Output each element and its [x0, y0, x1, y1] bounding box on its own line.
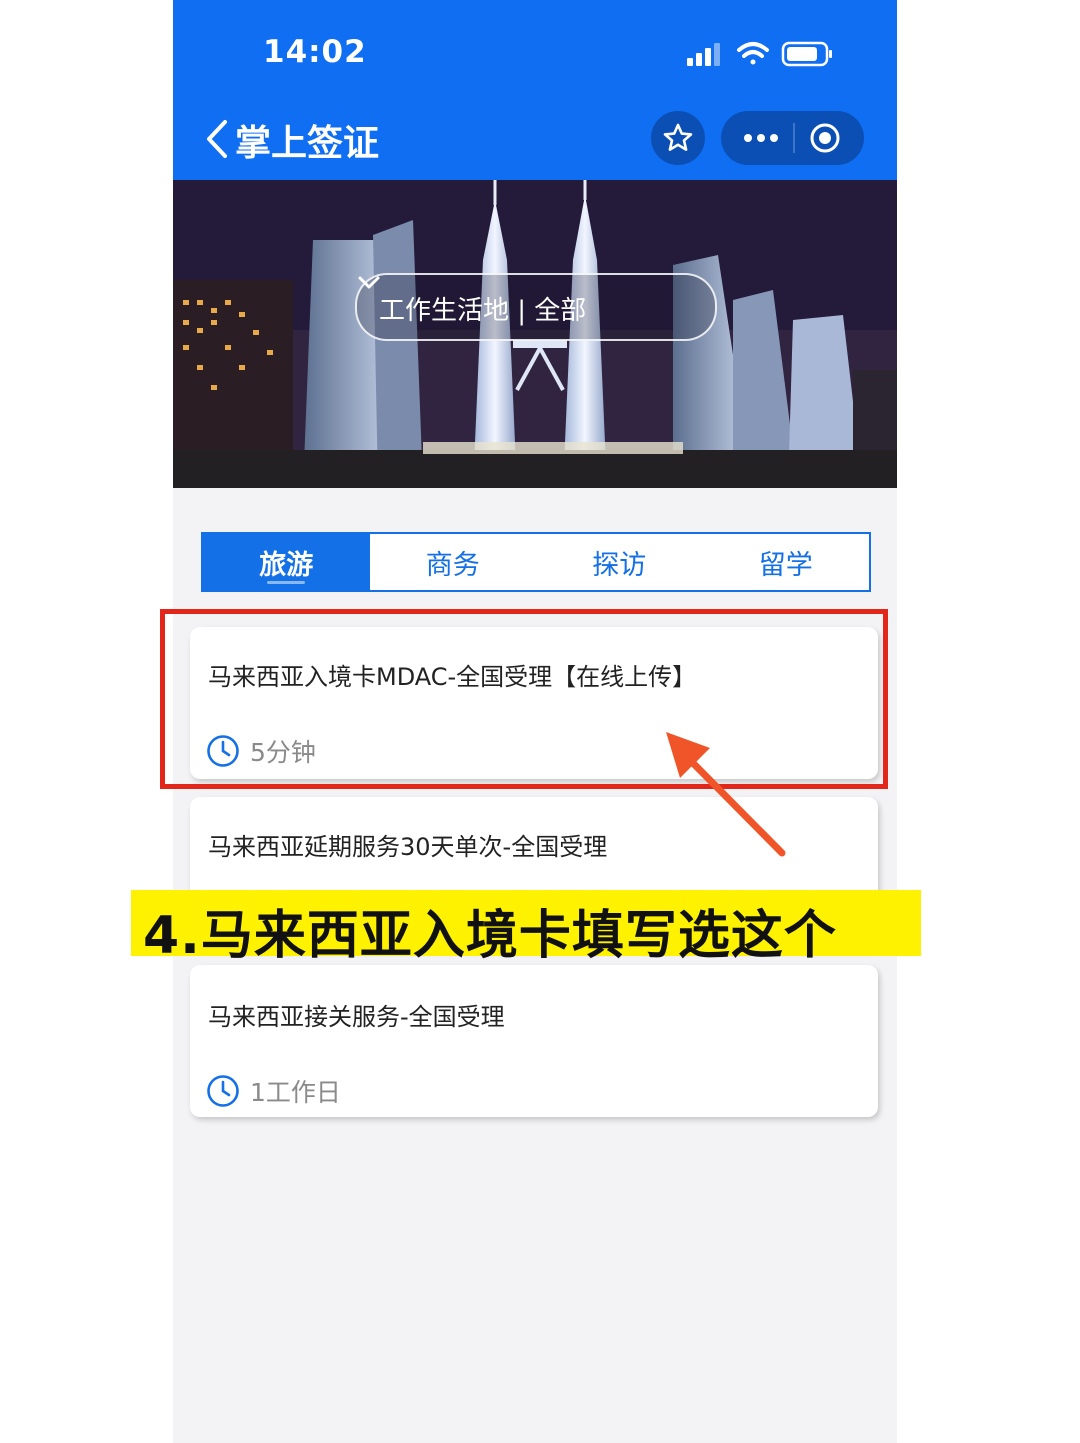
category-tabs: 旅游 商务 探访 留学	[201, 532, 871, 592]
caption-text: 4.马来西亚入境卡填写选这个	[143, 906, 837, 966]
location-selector[interactable]: 工作生活地 | 全部	[355, 273, 717, 341]
tab-tourism[interactable]: 旅游	[203, 534, 370, 590]
wifi-icon	[737, 42, 769, 65]
favorite-button[interactable]	[651, 111, 705, 165]
arrow-icon	[666, 732, 786, 857]
app-header: 14:02 掌上签证	[173, 0, 897, 180]
caption-band: 4.马来西亚入境卡填写选这个	[131, 890, 921, 966]
signal-icon	[687, 43, 720, 66]
back-chevron-icon[interactable]	[203, 118, 231, 160]
tab-business[interactable]: 商务	[370, 534, 537, 590]
chevron-down-icon	[358, 276, 380, 289]
duration-text: 1工作日	[250, 1078, 341, 1107]
service-card-transfer[interactable]: 马来西亚接关服务-全国受理 1工作日	[190, 965, 878, 1117]
service-title: 马来西亚接关服务-全国受理	[208, 1003, 505, 1031]
status-time: 14:02	[263, 34, 367, 70]
target-icon[interactable]	[809, 122, 841, 154]
star-icon	[663, 123, 693, 151]
city-banner: 工作生活地 | 全部	[173, 180, 897, 488]
miniprogram-capsule	[721, 111, 864, 165]
page-title: 掌上签证	[235, 123, 380, 164]
tab-study[interactable]: 留学	[703, 534, 870, 590]
more-dots-icon[interactable]	[743, 131, 779, 145]
service-duration: 1工作日	[206, 1073, 341, 1109]
location-label: 工作生活地 | 全部	[379, 296, 587, 326]
status-icons	[687, 41, 832, 67]
clock-icon	[207, 1075, 239, 1107]
battery-icon	[781, 41, 832, 67]
capsule-divider	[793, 123, 795, 153]
tab-visit[interactable]: 探访	[536, 534, 703, 590]
service-title: 马来西亚延期服务30天单次-全国受理	[208, 833, 608, 861]
